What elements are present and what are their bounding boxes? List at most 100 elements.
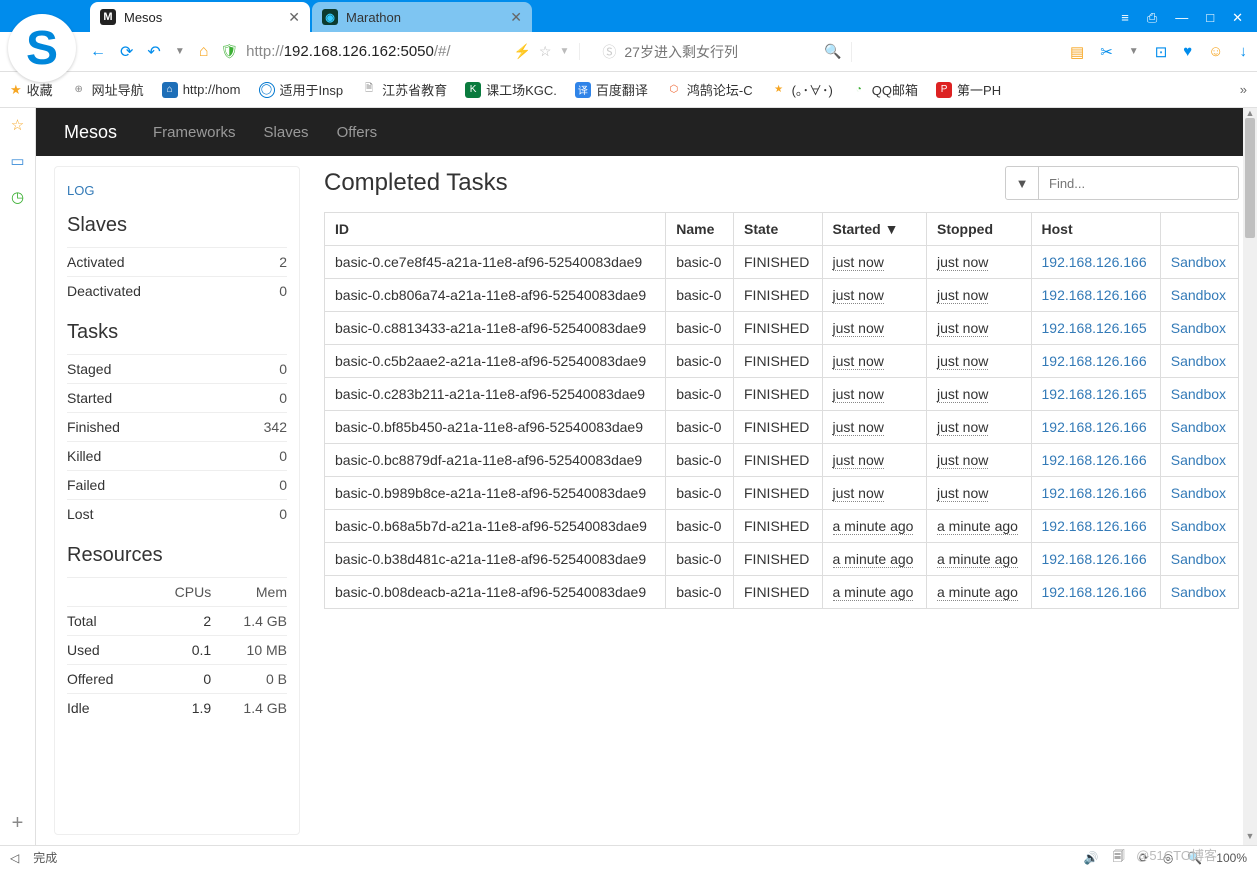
undo-icon[interactable]: ↶ [147,42,160,62]
page-icon: 🗎 [361,82,377,98]
home-icon[interactable]: ⌂ [199,43,209,61]
sandbox-link[interactable]: Sandbox [1171,584,1226,600]
chevron-down-icon[interactable]: ▼ [559,46,569,57]
bookmark-item[interactable]: K课工场KGC. [465,80,557,99]
bookmark-item[interactable]: ⌂http://hom [162,82,241,98]
sound-icon[interactable]: 🔊 [1084,851,1099,865]
cell-id: basic-0.c8813433-a21a-11e8-af96-52540083… [325,312,666,345]
nav-frameworks[interactable]: Frameworks [153,124,236,141]
scroll-thumb[interactable] [1245,118,1255,238]
shield-check-icon[interactable]: ♥ [1183,43,1192,60]
sandbox-link[interactable]: Sandbox [1171,551,1226,567]
log-link[interactable]: LOG [67,183,287,198]
status-chevron-icon[interactable]: ◁ [10,851,19,865]
search-input[interactable] [624,44,804,60]
host-link[interactable]: 192.168.126.165 [1042,320,1147,336]
cell-started: just now [822,411,927,444]
search-icon[interactable]: 🔍 [824,43,841,60]
bookmark-fav[interactable]: ★收藏 [10,80,53,99]
maximize-icon[interactable]: □ [1206,10,1214,26]
column-header[interactable]: Started ▼ [822,213,927,246]
host-link[interactable]: 192.168.126.165 [1042,386,1147,402]
sandbox-link[interactable]: Sandbox [1171,419,1226,435]
sandbox-link[interactable]: Sandbox [1171,518,1226,534]
zoom-icon[interactable]: 🔍 [1187,851,1202,865]
host-link[interactable]: 192.168.126.166 [1042,551,1147,567]
host-link[interactable]: 192.168.126.166 [1042,584,1147,600]
tab-mesos[interactable]: M Mesos ✕ [90,2,310,32]
host-link[interactable]: 192.168.126.166 [1042,254,1147,270]
chevron-down-icon[interactable]: ▼ [1129,46,1139,57]
minimize-icon[interactable]: — [1175,10,1188,26]
host-link[interactable]: 192.168.126.166 [1042,353,1147,369]
table-row: basic-0.c8813433-a21a-11e8-af96-52540083… [325,312,1239,345]
column-header[interactable]: Name [666,213,734,246]
bookmark-item[interactable]: ◔QQ邮箱 [851,80,918,99]
sandbox-link[interactable]: Sandbox [1171,353,1226,369]
refresh-icon[interactable]: ⟳ [1139,851,1149,865]
flash-icon[interactable]: ⚡ [513,43,530,60]
panel-icon[interactable]: ▭ [10,152,24,170]
close-icon[interactable]: ✕ [510,9,522,26]
scissors-icon[interactable]: ✂ [1100,43,1113,61]
filter-icon[interactable]: ▼ [1005,166,1039,200]
sandbox-link[interactable]: Sandbox [1171,254,1226,270]
plus-icon[interactable]: + [12,812,24,835]
scrollbar[interactable]: ▲ ▼ [1243,108,1257,845]
sandbox-link[interactable]: Sandbox [1171,287,1226,303]
cell-sandbox: Sandbox [1160,444,1238,477]
bookmark-item[interactable]: ★(｡･∀･) [771,80,833,99]
scroll-down-icon[interactable]: ▼ [1243,831,1257,845]
bookmark-item[interactable]: 译百度翻译 [575,80,648,99]
bookmark-item[interactable]: ⊕网址导航 [71,80,144,99]
sandbox-link[interactable]: Sandbox [1171,485,1226,501]
brand[interactable]: Mesos [64,122,117,143]
close-window-icon[interactable]: ✕ [1232,10,1243,26]
find-input[interactable] [1039,166,1239,200]
host-link[interactable]: 192.168.126.166 [1042,518,1147,534]
reload-icon[interactable]: ⟳ [120,42,133,62]
close-icon[interactable]: ✕ [288,9,300,26]
target-icon[interactable]: ◎ [1163,851,1173,865]
sandbox-link[interactable]: Sandbox [1171,452,1226,468]
star-icon[interactable]: ☆ [11,116,24,134]
chevron-down-icon[interactable]: ▼ [175,46,185,57]
face-icon[interactable]: ☺ [1208,43,1223,60]
bookmark-item[interactable]: 🗎江苏省教育 [361,80,447,99]
download-icon[interactable]: ↓ [1240,43,1248,60]
stat-row: Activated2 [67,248,287,277]
host-link[interactable]: 192.168.126.166 [1042,287,1147,303]
cell-host: 192.168.126.166 [1031,246,1160,279]
star-icon[interactable]: ☆ [539,43,552,60]
nav-offers[interactable]: Offers [337,124,378,141]
bookmark-item[interactable]: ⬡鸿鹄论坛-C [666,80,753,99]
nav-slaves[interactable]: Slaves [264,124,309,141]
search-bar[interactable]: Ⓢ 🔍 [592,42,852,62]
cell-started: a minute ago [822,543,927,576]
back-icon[interactable]: ← [90,43,106,61]
column-header[interactable]: Host [1031,213,1160,246]
sandbox-link[interactable]: Sandbox [1171,320,1226,336]
overflow-icon[interactable]: » [1240,82,1247,97]
tab-marathon[interactable]: ◉ Marathon ✕ [312,2,532,32]
sidebar-icon[interactable]: ▤ [1070,43,1084,61]
sandbox-link[interactable]: Sandbox [1171,386,1226,402]
scan-icon[interactable]: ⊡ [1155,43,1168,61]
qq-icon: ◔ [851,82,867,98]
bookmark-item[interactable]: ◯适用于Insp [259,80,344,99]
column-header[interactable]: Stopped [927,213,1032,246]
url-bar[interactable]: 🛡 http://192.168.126.162:5050/#/ ⚡ ☆ ▼ [220,43,580,60]
column-header[interactable]: State [734,213,823,246]
search-engine-icon[interactable]: Ⓢ [602,42,616,62]
host-link[interactable]: 192.168.126.166 [1042,485,1147,501]
menu-icon[interactable]: ≡ [1121,10,1129,26]
host-link[interactable]: 192.168.126.166 [1042,419,1147,435]
bookmark-item[interactable]: P第一PH [936,80,1001,99]
clock-icon[interactable]: ◷ [11,188,24,206]
table-row: basic-0.b38d481c-a21a-11e8-af96-52540083… [325,543,1239,576]
column-header[interactable] [1160,213,1238,246]
column-header[interactable]: ID [325,213,666,246]
save-icon[interactable]: 🗐 [1113,847,1125,868]
tshirt-icon[interactable]: ⎙ [1147,10,1157,26]
host-link[interactable]: 192.168.126.166 [1042,452,1147,468]
